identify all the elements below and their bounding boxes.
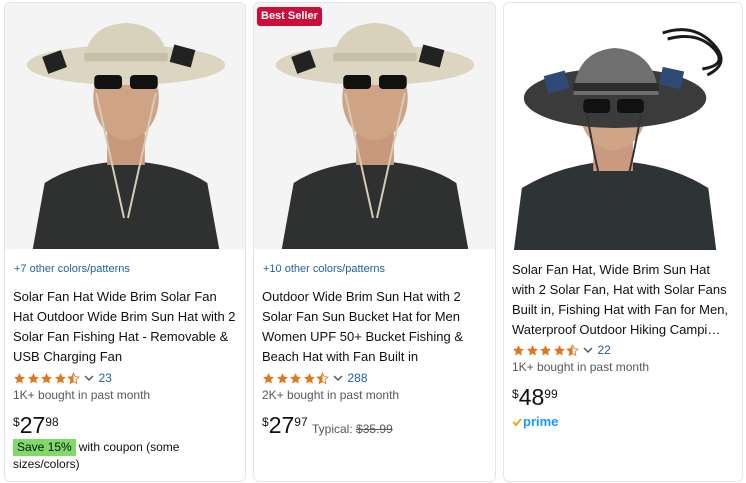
rating-row[interactable]: 22: [512, 341, 611, 359]
solar-hat-photo: [504, 3, 742, 250]
rating-row[interactable]: 288: [262, 369, 368, 387]
price[interactable]: $ 48 99: [512, 384, 558, 410]
chevron-down-icon[interactable]: [83, 373, 94, 383]
product-title[interactable]: Outdoor Wide Brim Sun Hat with 2 Solar F…: [262, 287, 489, 367]
price-whole: 27: [268, 412, 295, 438]
product-title[interactable]: Solar Fan Hat, Wide Brim Sun Hat with 2 …: [512, 260, 736, 340]
price-fraction: 99: [544, 387, 558, 401]
price-whole: 27: [19, 412, 46, 438]
typical-price-value: $35.99: [356, 422, 393, 436]
star-icon: [54, 372, 66, 383]
bought-in-past-month: 1K+ bought in past month: [512, 360, 650, 374]
solar-hat-photo: [254, 3, 495, 249]
chevron-down-icon[interactable]: [582, 345, 593, 355]
star-icon: [41, 372, 52, 383]
review-count[interactable]: 288: [348, 371, 368, 385]
prime-check-icon: [512, 417, 522, 426]
chevron-down-icon[interactable]: [332, 373, 343, 383]
star-icon: [513, 344, 524, 355]
other-colors-link[interactable]: +10 other colors/patterns: [263, 263, 385, 275]
half-star-icon: [67, 371, 80, 384]
price-fraction: 98: [45, 415, 59, 429]
star-icon: [263, 372, 274, 383]
star-icon: [526, 344, 538, 355]
review-count[interactable]: 23: [99, 371, 112, 385]
coupon-badge: Save 15%: [13, 439, 76, 456]
half-star-icon: [566, 343, 579, 356]
star-icon: [27, 372, 39, 383]
star-icon: [553, 344, 565, 355]
product-card[interactable]: +7 other colors/patterns Solar Fan Hat W…: [4, 2, 246, 482]
product-card[interactable]: Best Seller +10 other colors/patterns Ou…: [253, 2, 496, 482]
product-image[interactable]: [254, 3, 495, 249]
review-count[interactable]: 22: [598, 343, 611, 357]
star-icon: [14, 372, 25, 383]
typical-price: Typical: $35.99: [312, 422, 393, 436]
price-symbol: $: [262, 415, 269, 429]
price-symbol: $: [13, 415, 20, 429]
price-fraction: 97: [294, 415, 308, 429]
product-image[interactable]: [504, 3, 742, 250]
star-rating[interactable]: [13, 371, 81, 385]
half-star-icon: [316, 371, 329, 384]
prime-badge: prime: [512, 414, 558, 429]
star-icon: [290, 372, 301, 383]
coupon-row: Save 15% with coupon (some sizes/colors): [13, 439, 213, 473]
best-seller-badge: Best Seller: [257, 7, 322, 26]
star-rating[interactable]: [262, 371, 330, 385]
price[interactable]: $ 27 98: [13, 412, 59, 438]
solar-hat-photo: [5, 3, 245, 249]
star-icon: [276, 372, 288, 383]
star-icon: [303, 372, 315, 383]
price-symbol: $: [512, 387, 519, 401]
typical-label: Typical:: [312, 422, 353, 436]
product-image[interactable]: [5, 3, 245, 249]
price-whole: 48: [518, 384, 545, 410]
prime-label: prime: [523, 414, 559, 429]
bought-in-past-month: 2K+ bought in past month: [262, 388, 400, 402]
star-rating[interactable]: [512, 343, 580, 357]
rating-row[interactable]: 23: [13, 369, 112, 387]
product-title[interactable]: Solar Fan Hat Wide Brim Solar Fan Hat Ou…: [13, 287, 239, 367]
product-card[interactable]: Solar Fan Hat, Wide Brim Sun Hat with 2 …: [503, 2, 743, 482]
other-colors-link[interactable]: +7 other colors/patterns: [14, 263, 130, 275]
price[interactable]: $ 27 97: [262, 412, 308, 438]
star-icon: [540, 344, 551, 355]
bought-in-past-month: 1K+ bought in past month: [13, 388, 151, 402]
